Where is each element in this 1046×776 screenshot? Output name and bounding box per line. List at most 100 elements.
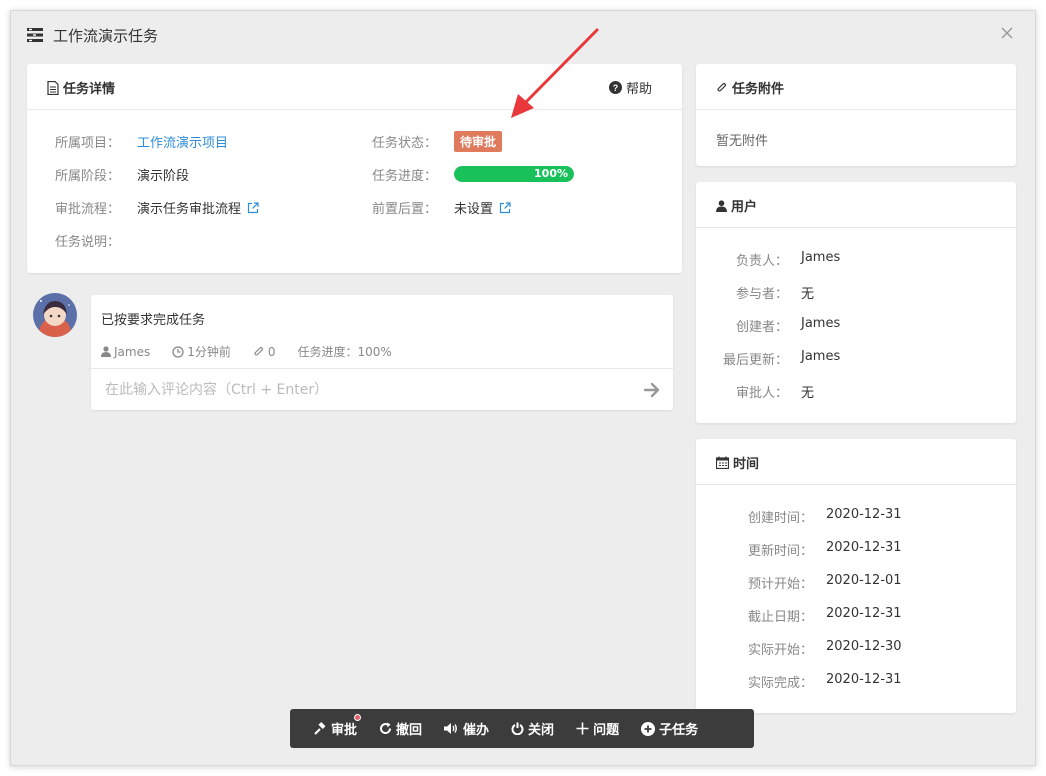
comment-time: 1分钟前 bbox=[172, 343, 231, 360]
revoke-button[interactable]: 撤回 bbox=[379, 719, 422, 738]
gavel-icon bbox=[314, 722, 326, 735]
paperclip-icon bbox=[254, 346, 263, 356]
user-icon bbox=[101, 346, 111, 357]
approver-label: 审批人： bbox=[735, 386, 788, 401]
last-updater-label: 最后更新： bbox=[722, 353, 788, 368]
flow-value-text: 演示任务审批流程 bbox=[137, 202, 242, 217]
dialog-title: 工作流演示任务 bbox=[53, 27, 159, 45]
task-detail-title: 任务详情 bbox=[47, 78, 115, 97]
redo-icon bbox=[380, 722, 392, 735]
comment-text: 已按要求完成任务 bbox=[101, 313, 206, 328]
svg-text:?: ? bbox=[613, 83, 619, 93]
close-task-button[interactable]: 关闭 bbox=[511, 719, 554, 738]
updated-time-value: 2020-12-31 bbox=[826, 540, 902, 555]
attachments-title: 任务附件 bbox=[716, 78, 784, 97]
comment-author-name: James bbox=[114, 344, 151, 359]
calendar-icon bbox=[716, 456, 729, 469]
project-value[interactable]: 工作流演示项目 bbox=[137, 132, 228, 151]
prereq-value[interactable]: 未设置 bbox=[454, 198, 511, 217]
deadline-value: 2020-12-31 bbox=[826, 606, 902, 621]
users-card: 用户 负责人： James 参与者： 无 创建者： James 最后更新： Ja… bbox=[696, 182, 1016, 423]
participants-label: 参与者： bbox=[735, 287, 788, 302]
status-badge: 待审批 bbox=[454, 131, 503, 152]
planned-start-value: 2020-12-01 bbox=[826, 573, 902, 588]
description-label: 任务说明： bbox=[55, 235, 121, 250]
progress-fill: 100% bbox=[454, 166, 574, 182]
actual-start-value: 2020-12-30 bbox=[826, 639, 902, 654]
times-title-text: 时间 bbox=[733, 457, 760, 472]
paperclip-icon bbox=[717, 82, 727, 92]
comment-card: 已按要求完成任务 James 1分钟前 0 任务进度：100% 在此输入评论内容… bbox=[91, 295, 673, 410]
comment-time-text: 1分钟前 bbox=[187, 345, 231, 359]
plus-icon bbox=[576, 722, 589, 735]
attachments-title-text: 任务附件 bbox=[732, 82, 785, 97]
stage-value: 演示阶段 bbox=[137, 169, 190, 184]
help-label: 帮助 bbox=[625, 82, 652, 97]
help-button[interactable]: ? 帮助 bbox=[608, 78, 652, 97]
subtask-button[interactable]: 子任务 bbox=[641, 719, 698, 738]
times-title: 时间 bbox=[716, 453, 759, 472]
approve-label: 审批 bbox=[331, 723, 358, 738]
volume-icon bbox=[444, 723, 457, 734]
actual-finish-value: 2020-12-31 bbox=[826, 672, 902, 687]
comment-author: James bbox=[101, 343, 150, 360]
updated-time-label: 更新时间： bbox=[747, 544, 813, 559]
dialog-header: 工作流演示任务 bbox=[11, 11, 1035, 59]
issue-button[interactable]: 问题 bbox=[576, 719, 619, 738]
created-time-label: 创建时间： bbox=[747, 511, 813, 526]
close-task-label: 关闭 bbox=[528, 723, 555, 738]
deadline-label: 截止日期： bbox=[747, 610, 813, 625]
actual-finish-label: 实际完成： bbox=[747, 676, 813, 691]
planned-start-label: 预计开始： bbox=[747, 577, 813, 592]
task-detail-title-text: 任务详情 bbox=[63, 82, 116, 97]
external-link-icon[interactable] bbox=[247, 201, 259, 214]
project-link[interactable]: 工作流演示项目 bbox=[137, 132, 228, 151]
last-updater-value: James bbox=[801, 349, 841, 364]
prereq-label: 前置后置： bbox=[372, 202, 438, 217]
times-card: 时间 创建时间： 2020-12-31 更新时间： 2020-12-31 预计开… bbox=[696, 439, 1016, 713]
owner-label: 负责人： bbox=[735, 254, 788, 269]
prereq-value-text: 未设置 bbox=[454, 202, 494, 217]
created-time-value: 2020-12-31 bbox=[826, 507, 902, 522]
subtask-label: 子任务 bbox=[659, 723, 699, 738]
attachments-empty: 暂无附件 bbox=[716, 134, 769, 149]
progress-text: 100% bbox=[534, 167, 568, 180]
send-arrow-icon[interactable] bbox=[643, 381, 661, 399]
power-icon bbox=[511, 722, 524, 735]
avatar bbox=[33, 293, 77, 337]
urge-button[interactable]: 催办 bbox=[444, 719, 489, 738]
close-icon[interactable] bbox=[999, 25, 1015, 41]
comment-input[interactable] bbox=[105, 378, 625, 402]
approve-button[interactable]: 审批 bbox=[314, 714, 362, 738]
users-header: 用户 bbox=[696, 182, 1016, 228]
flow-label: 审批流程： bbox=[55, 202, 121, 217]
project-label: 所属项目： bbox=[55, 136, 121, 151]
urge-label: 催办 bbox=[463, 723, 490, 738]
task-detail-header: 任务详情 ? 帮助 bbox=[27, 64, 682, 110]
task-detail-card: 任务详情 ? 帮助 所属项目： 工作流演示项目 所属阶段： 演示阶段 审批流程：… bbox=[27, 64, 682, 273]
comment-progress: 任务进度：100% bbox=[297, 345, 392, 359]
participants-value: 无 bbox=[801, 287, 815, 302]
users-title-text: 用户 bbox=[731, 200, 758, 215]
flow-value[interactable]: 演示任务审批流程 bbox=[137, 198, 259, 217]
revoke-label: 撤回 bbox=[396, 723, 423, 738]
creator-value: James bbox=[801, 316, 841, 331]
creator-label: 创建者： bbox=[735, 320, 788, 335]
task-list-icon bbox=[27, 28, 43, 42]
external-link-icon[interactable] bbox=[499, 201, 511, 214]
plus-circle-icon bbox=[641, 721, 656, 736]
comment-input-area bbox=[91, 368, 673, 410]
attachments-header: 任务附件 bbox=[696, 64, 1016, 110]
clock-icon bbox=[172, 345, 184, 358]
comment-meta: James 1分钟前 0 任务进度：100% bbox=[101, 343, 392, 360]
action-toolbar: 审批 撤回 催办 关闭 问题 子任务 bbox=[290, 709, 754, 748]
comment-attachments: 0 bbox=[253, 343, 276, 360]
notification-dot bbox=[354, 714, 362, 721]
issue-label: 问题 bbox=[593, 723, 620, 738]
times-header: 时间 bbox=[696, 439, 1016, 485]
status-label: 任务状态： bbox=[372, 136, 438, 151]
document-icon bbox=[47, 80, 59, 95]
task-dialog: 工作流演示任务 任务详情 ? 帮助 所属项目： 工作流演示项目 所属阶段： 演示… bbox=[10, 10, 1036, 766]
question-circle-icon: ? bbox=[608, 81, 622, 94]
owner-value: James bbox=[801, 250, 841, 265]
